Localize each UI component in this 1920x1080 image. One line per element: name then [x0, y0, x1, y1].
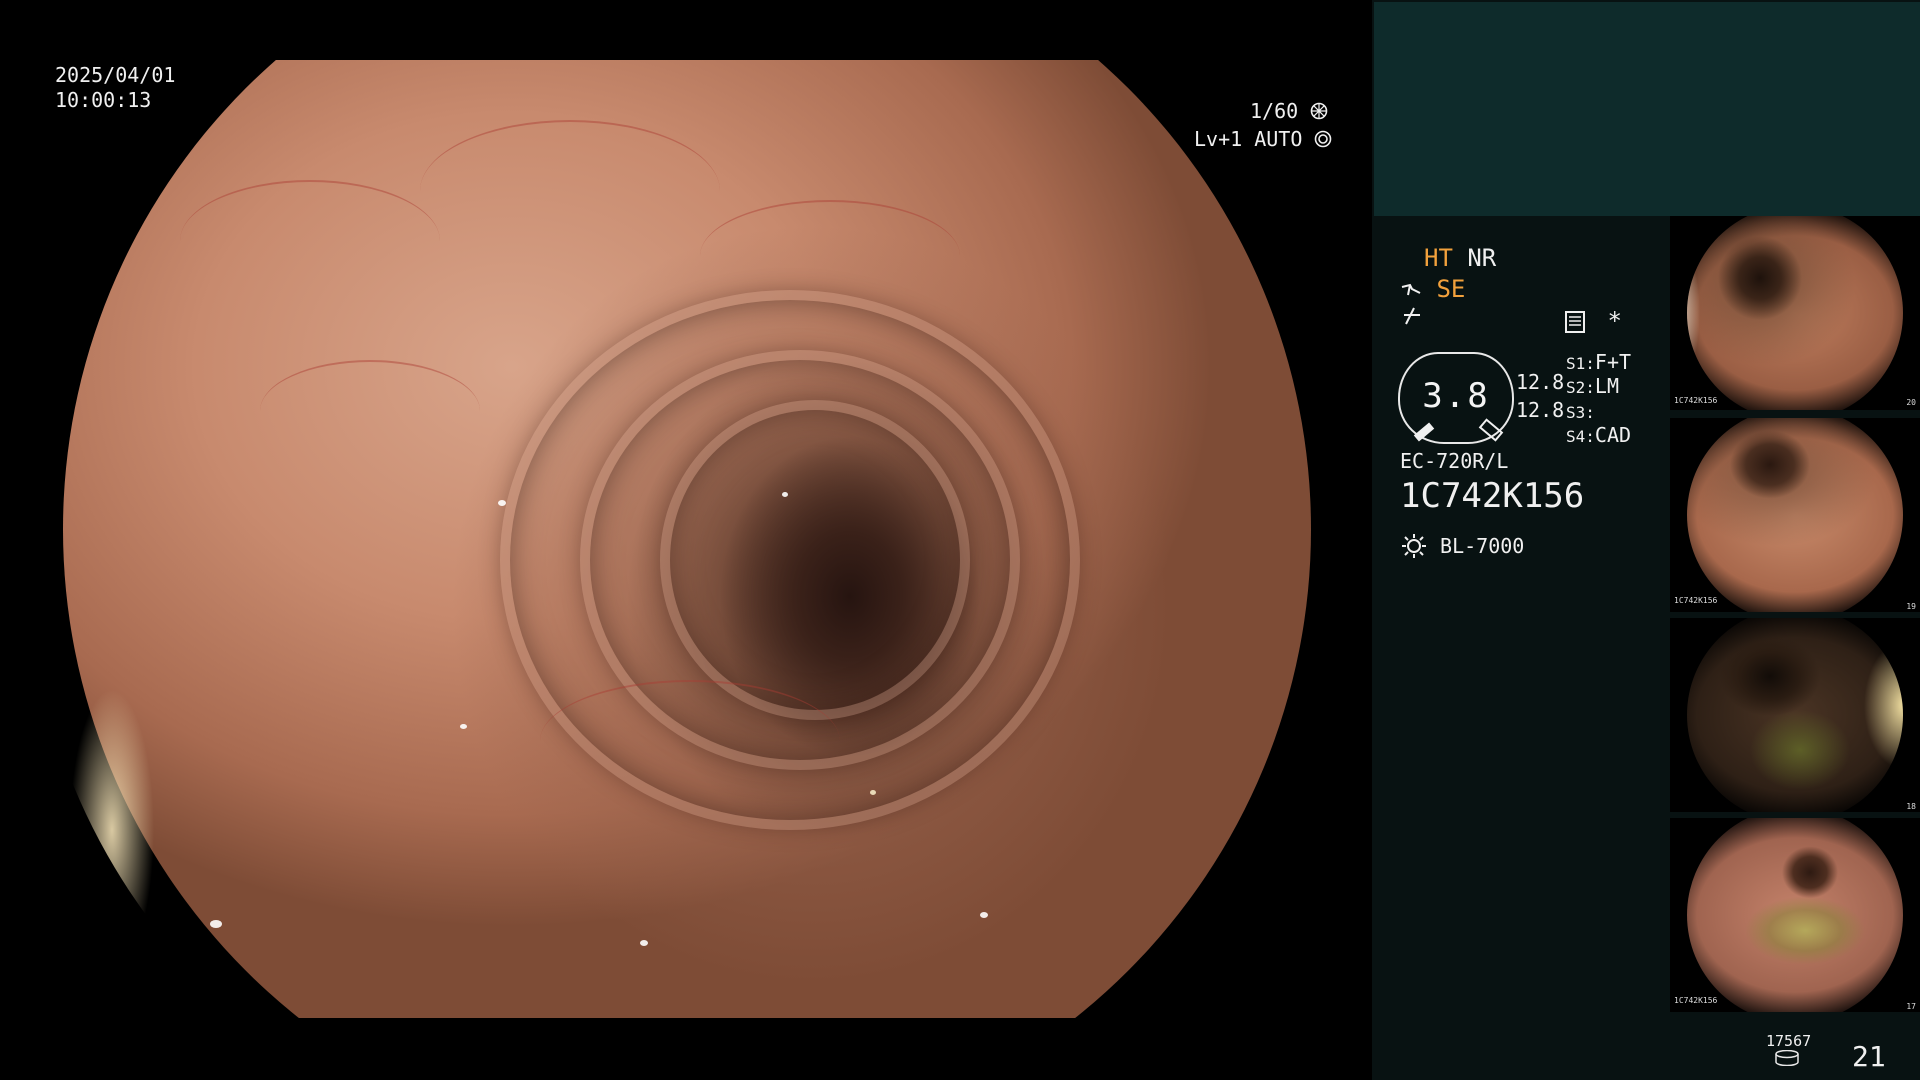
switch-s2: S2:LM [1566, 374, 1619, 398]
colon-lumen-image [63, 60, 1311, 1018]
light-source-icon [1402, 534, 1426, 558]
time-label: 10:00:13 [55, 88, 152, 112]
thumbnail-label: 1C742K156 [1674, 396, 1718, 405]
vessel [420, 120, 720, 262]
thumbnail-index: 19 [1906, 602, 1916, 611]
se-row: SE [1400, 275, 1465, 303]
thumbnail-4[interactable]: 1C742K156 17 [1670, 818, 1920, 1012]
thumbnail-index: 17 [1906, 1002, 1916, 1011]
thumbnail-1[interactable]: 1C742K156 20 [1670, 216, 1920, 410]
shutter-label: 1/60 [1250, 99, 1328, 124]
status-block [1374, 2, 1920, 216]
vessel [260, 360, 480, 462]
specular-highlight [870, 790, 876, 795]
specular-highlight [460, 724, 467, 729]
zoom-value: 3.8 [1422, 376, 1490, 416]
endoscope-main-view: 2025/04/01 10:00:13 1/60 Lv+1 AUTO [0, 0, 1372, 1080]
freeze-icon [1404, 307, 1420, 325]
illumination-edge [1687, 216, 1730, 410]
aperture-icon [1310, 102, 1328, 120]
specular-highlight [782, 492, 788, 497]
scope-serial: 1C742K156 [1400, 476, 1585, 516]
switch-s1: S1:F+T [1566, 350, 1631, 374]
switch-s4: S4:CAD [1566, 423, 1631, 447]
switch-s4-value: CAD [1594, 423, 1632, 447]
zoom-aux-1: 12.8 [1516, 370, 1565, 394]
zoom-aux-2: 12.8 [1516, 398, 1565, 422]
thumbnail-index: 20 [1906, 398, 1916, 407]
thumbnail-label: 1C742K156 [1674, 596, 1718, 605]
asterisk-indicator: * [1607, 307, 1622, 335]
switch-s3: S3: [1566, 399, 1595, 423]
iris-icon [1315, 130, 1332, 148]
mucosal-fold-inner [660, 400, 970, 720]
storage-count: 17567 [1766, 1032, 1812, 1050]
specular-highlight [640, 940, 648, 946]
brightness-level: Lv+1 [1194, 127, 1243, 151]
memo-icon [1565, 311, 1585, 333]
thumbnail-index: 18 [1906, 802, 1916, 811]
thumbnail-image [1687, 818, 1903, 1012]
se-indicator: SE [1436, 275, 1466, 303]
light-source-model: BL-7000 [1440, 534, 1525, 558]
switch-s2-value: LM [1594, 374, 1619, 398]
freeze-row [1402, 306, 1422, 334]
switch-s4-key: S4: [1566, 427, 1595, 446]
nr-indicator: NR [1467, 244, 1497, 272]
vessel [540, 680, 840, 802]
date-label: 2025/04/01 [55, 63, 176, 87]
thumbnail-image [1687, 418, 1903, 612]
image-count: 21 [1852, 1040, 1886, 1073]
thumbnail-label: 1C742K156 [1674, 996, 1718, 1005]
switch-s1-value: F+T [1594, 350, 1632, 374]
vessel [180, 180, 440, 302]
thumbnail-3[interactable]: 18 [1670, 618, 1920, 812]
storage-icon [1775, 1050, 1799, 1066]
switch-s3-key: S3: [1566, 403, 1595, 422]
illumination-edge [1840, 618, 1903, 812]
shutter-speed: 1/60 [1250, 99, 1299, 123]
thumbnail-2[interactable]: 1C742K156 19 [1670, 418, 1920, 612]
zoom-wide-marker [1413, 422, 1435, 442]
switch-s1-key: S1: [1566, 354, 1595, 373]
scope-model: EC-720R/L [1400, 449, 1509, 473]
exposure-mode: AUTO [1254, 127, 1303, 151]
specular-highlight [498, 500, 506, 506]
ht-indicator: HT [1424, 244, 1453, 272]
vessel [700, 200, 960, 312]
ht-nr-row: HT NR [1424, 244, 1496, 272]
tool-icon [1401, 283, 1421, 296]
memo-row: * [1565, 307, 1622, 335]
switch-s2-key: S2: [1566, 378, 1595, 397]
light-source-row: BL-7000 [1400, 532, 1524, 560]
specular-highlight [980, 912, 988, 918]
specular-highlight [210, 920, 222, 928]
zoom-gauge: 3.8 [1398, 352, 1514, 444]
level-mode-label: Lv+1 AUTO [1194, 127, 1332, 152]
